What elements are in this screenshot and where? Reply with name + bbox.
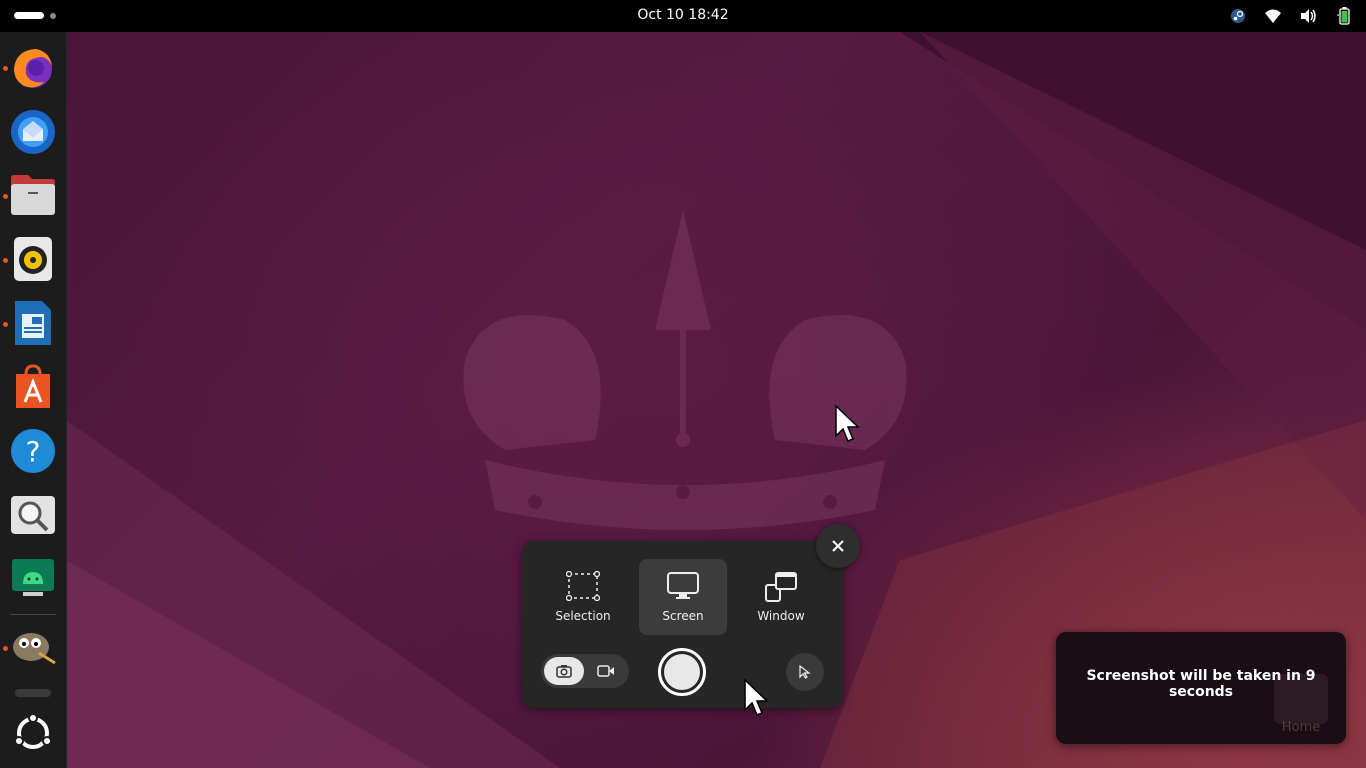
close-panel-button[interactable] [816,524,860,568]
mode-label: Selection [555,609,611,623]
capture-button[interactable] [658,648,706,696]
writer-icon [15,301,51,345]
gimp-icon [13,633,56,665]
mode-screen-button[interactable]: Screen [639,559,727,635]
screenshot-countdown-notification: Home Screenshot will be taken in 9 secon… [1056,632,1346,744]
mode-window-button[interactable]: Window [737,559,825,635]
pointer-icon [799,665,811,679]
running-indicator [3,194,8,199]
app-center-icon [16,364,50,408]
dock-rhythmbox[interactable] [9,235,57,283]
dock-app-center[interactable] [9,363,57,411]
ubuntu-logo-icon [14,713,52,749]
dock: ? [0,32,67,768]
svg-text:?: ? [26,435,41,468]
notification-message: Screenshot will be taken in 9 seconds [1086,668,1316,700]
dock-android-studio[interactable] [9,555,57,603]
screenshot-panel: Selection Screen Window [522,541,843,708]
screenshot-toggle[interactable] [544,657,584,685]
mode-label: Window [757,609,805,623]
dock-separator [10,614,56,615]
window-icon [765,572,797,602]
thunderbird-icon [11,110,55,154]
volume-icon[interactable] [1300,8,1318,24]
close-icon [832,540,844,552]
dock-thunderbird[interactable] [9,107,57,155]
clock[interactable]: Oct 10 18:42 [0,7,1366,23]
files-icon [11,175,55,215]
wifi-icon[interactable] [1264,8,1282,24]
crown-logo-watermark [463,210,907,530]
dock-gimp[interactable] [9,621,57,669]
running-indicator [3,646,8,651]
dock-files[interactable] [9,171,57,219]
home-ghost-label: Home [1281,720,1321,735]
dock-help[interactable]: ? [9,427,57,475]
selection-icon [566,571,600,601]
running-indicator [3,258,8,263]
dock-image-viewer[interactable] [9,491,57,539]
steam-icon[interactable] [1230,8,1246,24]
rhythmbox-icon [14,237,52,281]
dock-firefox[interactable] [9,43,57,91]
running-indicator [3,66,8,71]
android-studio-icon [12,559,54,596]
dock-libreoffice-writer[interactable] [9,299,57,347]
battery-icon[interactable] [1336,7,1352,25]
capture-type-toggle [541,654,629,688]
running-indicator [3,322,8,327]
image-viewer-icon [11,496,55,534]
video-camera-icon [597,665,614,677]
mode-label: Screen [662,609,704,623]
mouse-pointer-icon [835,404,860,442]
mode-selection-button[interactable]: Selection [539,559,627,635]
firefox-icon [14,49,52,88]
monitor-icon [667,572,699,599]
top-bar: Oct 10 18:42 [0,0,1366,32]
system-tray[interactable] [1230,6,1352,26]
capture-button-inner [664,654,700,690]
dock-handle [15,689,51,697]
mouse-pointer-icon [744,678,769,716]
show-pointer-button[interactable] [786,653,824,691]
show-apps-button[interactable] [9,709,57,757]
camera-icon [556,665,572,678]
help-icon: ? [11,429,55,473]
screencast-toggle[interactable] [586,657,626,685]
